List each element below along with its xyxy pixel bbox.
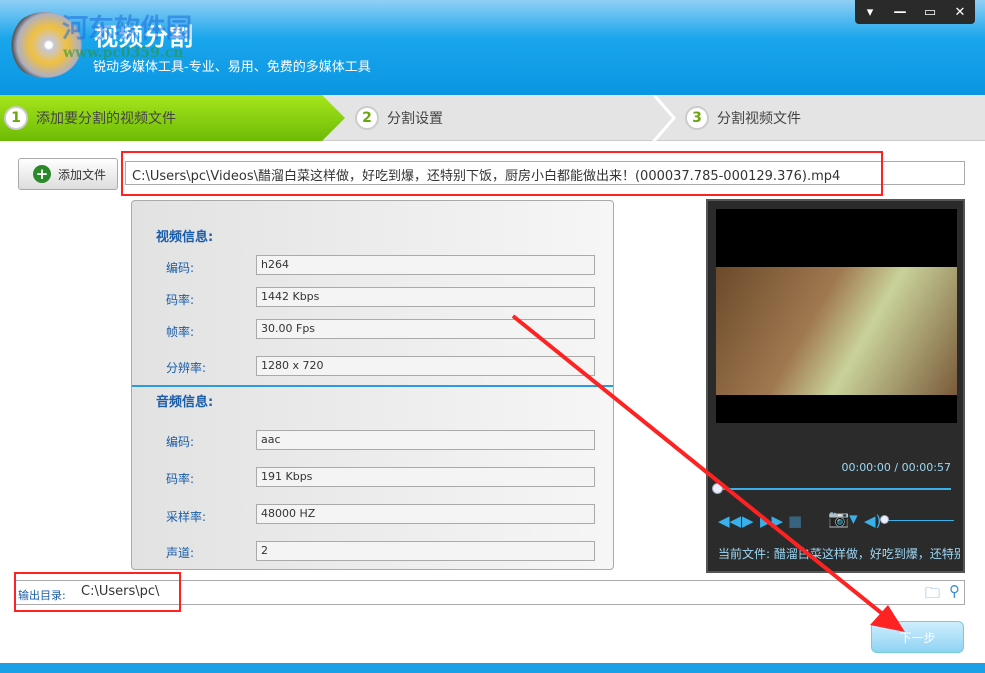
annotation-arrow <box>511 314 905 632</box>
bottom-bar <box>0 663 985 673</box>
